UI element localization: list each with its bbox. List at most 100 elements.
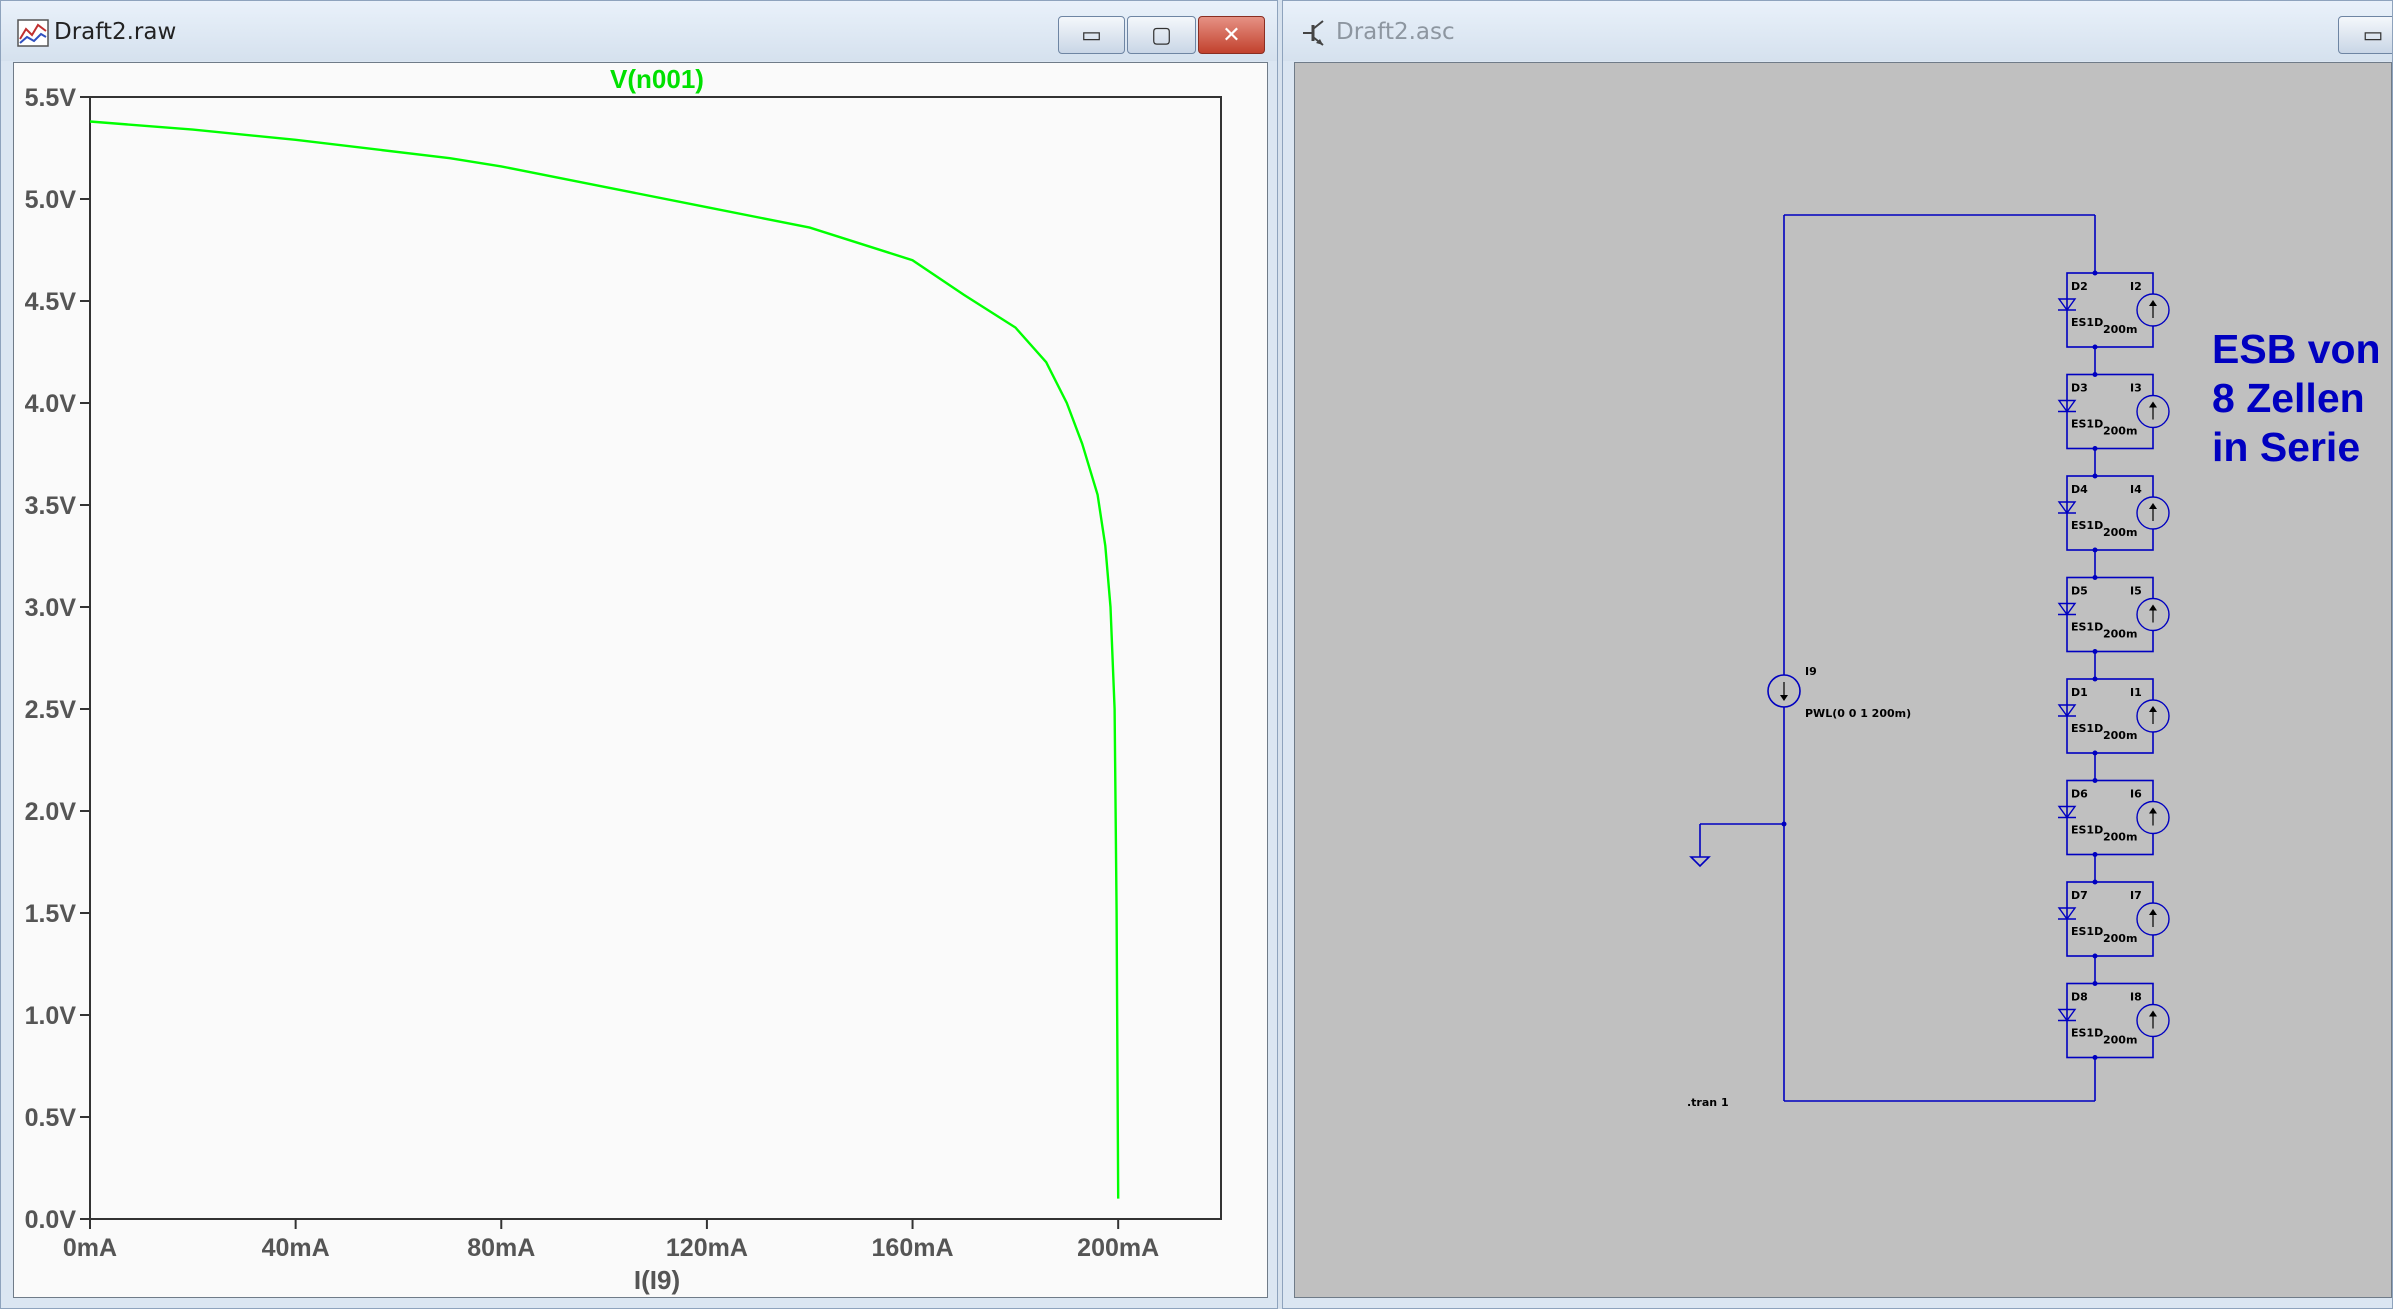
y-tick-label: 3.5V [25,492,77,520]
source-label: I5 [2130,585,2142,598]
current-label: 200m [2103,526,2137,539]
x-tick-label: 40mA [262,1234,330,1262]
model-label: ES1D [2071,824,2103,837]
close-button[interactable]: ✕ [1198,16,1265,54]
current-source-icon [2136,293,2170,327]
schematic-canvas[interactable]: I9 PWL(0 0 1 200m) D2 I2 ES1D 200m D3 I3 ES1D 2… [1294,62,2392,1298]
current-label: 200m [2103,831,2137,844]
x-tick-label: 160mA [872,1234,954,1262]
source-label: I7 [2130,889,2142,902]
series-line-vn001[interactable] [89,120,1120,1199]
model-label: ES1D [2071,621,2103,634]
series-cell[interactable]: D6 I6 ES1D200m [2057,778,2170,882]
plot-area[interactable]: V(n001) 0.0V 0.5V 1.0V 1.5V 2.0V 2.5V 3.0V 3.5V… [13,62,1268,1298]
minimize-button[interactable]: ▭ [1058,16,1125,54]
series-cell[interactable]: D3 I3 ES1D200m [2057,372,2170,476]
y-tick-label: 2.5V [25,696,77,724]
source-label: I1 [2130,686,2142,699]
x-tick-label: 80mA [467,1234,535,1262]
y-tick-label: 4.5V [25,288,77,316]
source-label: I6 [2130,788,2142,801]
current-label: 200m [2103,323,2137,336]
series-cell[interactable]: D2 I2 ES1D200m [2057,270,2170,375]
y-tick-label: 1.0V [25,1002,77,1030]
ground-icon [1689,856,1711,868]
y-axis: 0.0V 0.5V 1.0V 1.5V 2.0V 2.5V 3.0V 3.5V 4.0V 4.5V… [25,84,90,1234]
x-axis: 0mA 40mA 80mA 120mA 160mA 200mA [63,1219,1159,1262]
current-source-icon [2136,1003,2170,1038]
model-label: ES1D [2071,316,2103,329]
y-tick-label: 1.5V [25,900,77,928]
transistor-icon [1303,20,1324,46]
y-tick-label: 4.0V [25,390,77,418]
trace-label[interactable]: V(n001) [610,64,704,94]
series-cell[interactable]: D5 I5 ES1D200m [2057,575,2170,679]
x-axis-label: I(I9) [634,1265,680,1295]
source-label: I2 [2130,280,2142,293]
plot-window[interactable]: Draft2.raw ▭ ▢ ✕ V(n001) 0.0V 0.5V 1.0V 1.5… [0,0,1278,1309]
current-source-i9[interactable] [1767,674,1801,708]
source-label: I4 [2130,483,2142,496]
series-layer [89,120,1120,1199]
current-label: 200m [2103,932,2137,945]
schematic-window-title: Draft2.asc [1336,19,1455,45]
current-source-icon [2136,496,2170,530]
diode-label: D2 [2071,280,2088,293]
source-label: I3 [2130,382,2142,395]
plot-frame [89,96,1222,1220]
plot-window-title: Draft2.raw [54,19,177,45]
annotation-line: ESB von [2212,326,2381,372]
schematic-minimize-button[interactable]: ▭ [2338,16,2392,54]
current-label: 200m [2103,425,2137,438]
x-tick-label: 0mA [63,1234,117,1262]
waveform-chart[interactable]: V(n001) 0.0V 0.5V 1.0V 1.5V 2.0V 2.5V 3.0V 3.5V… [14,63,1269,1300]
y-tick-label: 5.0V [25,186,77,214]
schematic-annotation[interactable]: ESB von 8 Zellen in Serie [2212,325,2381,472]
source-value-label: PWL(0 0 1 200m) [1805,707,1911,720]
diode-label: D3 [2071,382,2088,395]
source-label: I8 [2130,991,2142,1004]
x-tick-label: 200mA [1077,1234,1159,1262]
minimize-icon: ▭ [1081,22,1102,48]
diode-label: D1 [2071,686,2088,699]
restore-icon: ▢ [1151,22,1172,48]
series-cell[interactable]: D7 I7 ES1D200m [2057,879,2170,984]
current-source-icon [2136,597,2170,632]
schematic-window-titlebar[interactable]: Draft2.asc ▭ [1283,1,2392,61]
annotation-line: in Serie [2212,424,2361,470]
schematic-window[interactable]: Draft2.asc ▭ I9 PWL(0 0 1 200m) D2 I2 ES… [1282,0,2393,1309]
diode-label: D7 [2071,889,2088,902]
y-tick-label: 3.0V [25,594,77,622]
y-tick-label: 2.0V [25,798,77,826]
model-label: ES1D [2071,1027,2103,1040]
annotation-line: 8 Zellen [2212,375,2365,421]
maximize-button[interactable]: ▢ [1127,16,1196,54]
model-label: ES1D [2071,418,2103,431]
diode-label: D6 [2071,788,2088,801]
current-source-icon [2136,902,2170,936]
y-tick-label: 0.0V [25,1206,77,1234]
waveform-icon [17,19,49,47]
x-tick-label: 120mA [666,1234,748,1262]
current-source-icon [2136,394,2170,429]
current-source-icon [2136,699,2170,733]
series-cell[interactable]: D1 I1 ES1D200m [2057,676,2170,781]
current-source-icon [2136,800,2170,835]
plot-window-titlebar[interactable]: Draft2.raw ▭ ▢ ✕ [1,1,1277,61]
model-label: ES1D [2071,925,2103,938]
model-label: ES1D [2071,722,2103,735]
diode-label: D4 [2071,483,2088,496]
model-label: ES1D [2071,519,2103,532]
diode-label: D8 [2071,991,2088,1004]
tran-directive[interactable]: .tran 1 [1687,1096,1729,1109]
schematic-drawing[interactable]: I9 PWL(0 0 1 200m) D2 I2ES1D200mD3 I3ES1D2… [1295,63,2393,1300]
series-cell[interactable]: D4 I4 ES1D200m [2057,473,2170,578]
close-icon: ✕ [1222,22,1241,48]
y-tick-label: 0.5V [25,1104,77,1132]
current-label: 200m [2103,729,2137,742]
cell-stack: D2 I2ES1D200mD3 I3ES1D200mD4 I4ES1D200mD5 I5… [2057,270,2170,1101]
current-label: 200m [2103,628,2137,641]
source-name-label: I9 [1805,665,1817,678]
diode-label: D5 [2071,585,2088,598]
series-cell[interactable]: D8 I8 ES1D200m [2057,981,2170,1101]
